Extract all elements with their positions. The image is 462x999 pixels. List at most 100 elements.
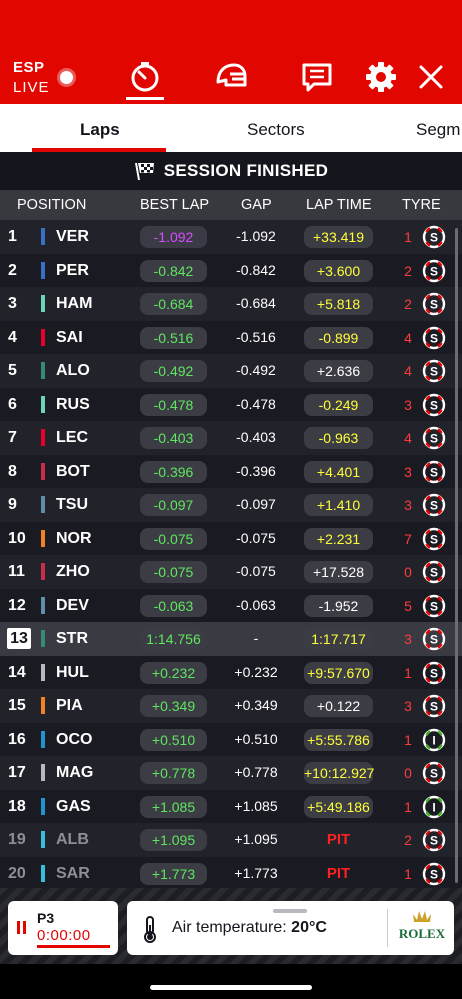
crown-icon xyxy=(413,911,431,922)
tyre-compound-icon: S xyxy=(422,326,446,349)
tyre-compound-icon: S xyxy=(422,292,446,316)
session-timer: 0:00:00 xyxy=(37,927,91,944)
team-color-bar xyxy=(41,429,45,446)
pause-icon xyxy=(17,921,20,934)
tyre-laps: 3 xyxy=(404,631,412,647)
best-lap-value: -1.092 xyxy=(140,226,207,248)
best-lap-value: +0.232 xyxy=(140,661,207,684)
tyre-compound-icon: S xyxy=(422,761,446,785)
gap-value: -0.063 xyxy=(236,596,276,613)
tyre-laps: 1 xyxy=(404,229,412,245)
settings-icon[interactable] xyxy=(364,60,398,94)
driver-code: ALO xyxy=(56,362,90,379)
lap-time-value: +1.410 xyxy=(304,494,373,516)
table-row[interactable]: 11 ZHO -0.075 -0.075 +17.528 0 S xyxy=(0,555,462,589)
table-row[interactable]: 17 MAG +0.778 +0.778 +10:12.927 0 S xyxy=(0,756,462,790)
checkered-flag-icon xyxy=(134,162,154,181)
best-lap-value: +0.510 xyxy=(140,728,207,751)
table-row[interactable]: 4 SAI -0.516 -0.516 -0.899 4 S xyxy=(0,320,462,354)
tab-laps[interactable]: Laps xyxy=(80,120,120,140)
table-row[interactable]: 14 HUL +0.232 +0.232 +9:57.670 1 S xyxy=(0,655,462,689)
drag-handle[interactable] xyxy=(273,909,307,913)
driver-code: OCO xyxy=(56,730,93,748)
row-position: 8 xyxy=(8,462,17,480)
lap-time-value: +2.231 xyxy=(304,527,373,550)
tyre-compound-letter: S xyxy=(430,398,438,412)
best-lap-value: -0.684 xyxy=(140,293,207,315)
row-position: 18 xyxy=(8,797,26,815)
home-indicator[interactable] xyxy=(150,985,312,990)
gap-value: -0.097 xyxy=(236,496,276,512)
session-card[interactable]: P3 0:00:00 xyxy=(8,901,118,955)
timer-icon[interactable] xyxy=(128,60,162,94)
table-row[interactable]: 7 LEC -0.403 -0.403 -0.963 4 S xyxy=(0,421,462,455)
table-row[interactable]: 10 NOR -0.075 -0.075 +2.231 7 S xyxy=(0,521,462,555)
tyre-compound-icon: I xyxy=(422,728,446,751)
session-country: ESP xyxy=(13,59,45,76)
sponsor-name: ROLEX xyxy=(398,926,446,941)
team-color-bar xyxy=(41,630,45,647)
table-row[interactable]: 2 PER -0.842 -0.842 +3.600 2 S xyxy=(0,253,462,287)
tyre-compound-letter: S xyxy=(430,432,438,446)
tyre-compound-letter: S xyxy=(430,499,438,513)
table-row[interactable]: 12 DEV -0.063 -0.063 -1.952 5 S xyxy=(0,588,462,622)
lap-time-value: +33.419 xyxy=(304,226,373,248)
table-row[interactable]: 20 SAR +1.773 +1.773 PIT 1 S xyxy=(0,856,462,890)
best-lap-value: -0.075 xyxy=(140,527,207,550)
table-row[interactable]: 16 OCO +0.510 +0.510 +5:55.786 1 I xyxy=(0,722,462,756)
scrollbar[interactable] xyxy=(455,228,458,883)
best-lap-value: -0.478 xyxy=(140,393,207,416)
helmet-icon[interactable] xyxy=(214,60,248,94)
driver-code: HAM xyxy=(56,295,93,312)
lap-time-value: +5:49.186 xyxy=(304,795,373,818)
lap-time-value: +10:12.927 xyxy=(304,762,374,784)
table-row[interactable]: 15 PIA +0.349 +0.349 +0.122 3 S xyxy=(0,689,462,723)
session-timer-underline xyxy=(37,945,110,948)
table-row[interactable]: 1 VER -1.092 -1.092 +33.419 1 S xyxy=(0,220,462,254)
gap-value: +1.085 xyxy=(234,797,278,814)
active-icon-underline xyxy=(126,97,164,100)
tab-sectors[interactable]: Sectors xyxy=(247,120,305,140)
lap-time-value: -1.952 xyxy=(304,594,373,617)
sponsor-logo[interactable]: ROLEX xyxy=(396,908,448,948)
row-position: 14 xyxy=(8,663,26,681)
table-row[interactable]: 18 GAS +1.085 +1.085 +5:49.186 1 I xyxy=(0,789,462,823)
team-color-bar xyxy=(41,362,45,379)
row-position: 5 xyxy=(8,362,17,379)
best-lap-value: -0.403 xyxy=(140,427,207,449)
row-position: 15 xyxy=(8,697,26,714)
row-position: 16 xyxy=(8,730,26,748)
tyre-compound-letter: S xyxy=(430,700,438,714)
tyre-compound-icon: S xyxy=(422,862,446,885)
driver-code: ZHO xyxy=(56,563,90,580)
driver-code: PER xyxy=(56,261,89,279)
lap-time-value: +5:55.786 xyxy=(304,728,373,751)
table-row[interactable]: 3 HAM -0.684 -0.684 +5.818 2 S xyxy=(0,287,462,321)
driver-code: VER xyxy=(56,228,89,245)
close-icon[interactable] xyxy=(414,60,448,94)
tab-segments[interactable]: Segm xyxy=(416,120,460,140)
chat-icon[interactable] xyxy=(300,60,334,94)
table-row[interactable]: 13 STR 1:14.756 - 1:17.717 3 S xyxy=(0,622,462,656)
team-color-bar xyxy=(41,261,45,279)
table-row[interactable]: 8 BOT -0.396 -0.396 +4.401 3 S xyxy=(0,454,462,488)
table-row[interactable]: 19 ALB +1.095 +1.095 PIT 2 S xyxy=(0,823,462,857)
tyre-laps: 3 xyxy=(404,463,412,480)
gap-value: -0.075 xyxy=(236,563,276,579)
driver-code: MAG xyxy=(56,764,94,781)
air-temperature-value: 20°C xyxy=(291,919,327,936)
table-row[interactable]: 5 ALO -0.492 -0.492 +2.636 4 S xyxy=(0,354,462,388)
best-lap-value: -0.842 xyxy=(140,259,207,282)
team-color-bar xyxy=(41,831,45,848)
driver-code: BOT xyxy=(56,462,90,480)
gap-value: +0.232 xyxy=(234,663,278,680)
sponsor-divider xyxy=(387,909,388,947)
gap-value: +0.778 xyxy=(234,764,278,780)
tyre-laps: 0 xyxy=(404,564,412,580)
table-row[interactable]: 9 TSU -0.097 -0.097 +1.410 3 S xyxy=(0,488,462,522)
table-row[interactable]: 6 RUS -0.478 -0.478 -0.249 3 S xyxy=(0,387,462,421)
tyre-compound-icon: S xyxy=(422,694,446,718)
tyre-compound-letter: I xyxy=(432,800,435,814)
best-lap-value: -0.075 xyxy=(140,561,207,583)
gap-value: -1.092 xyxy=(236,228,276,244)
